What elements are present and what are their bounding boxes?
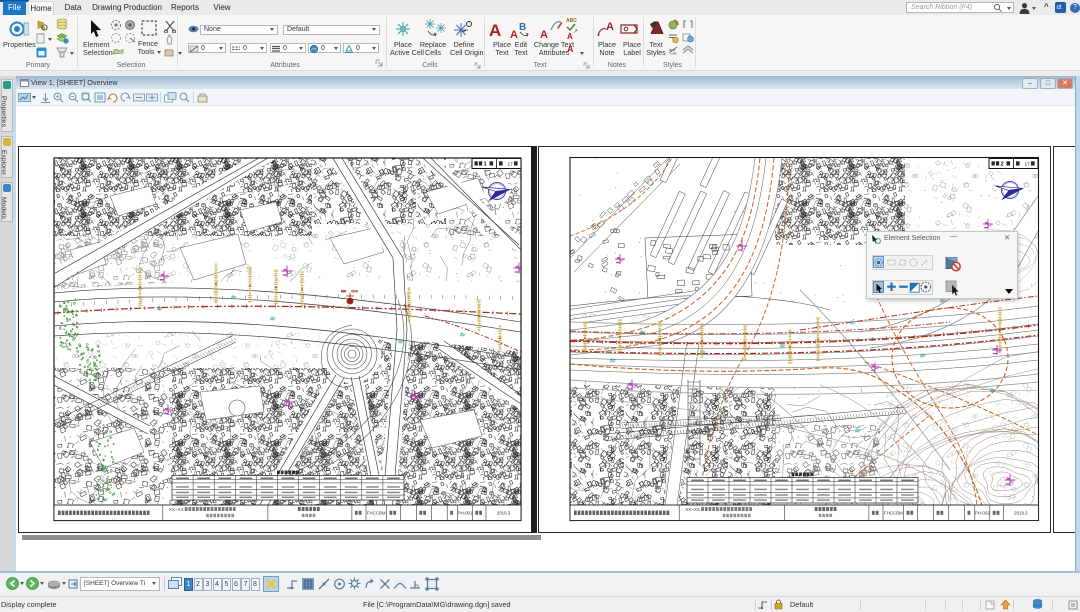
svg-text:PH-002: PH-002 xyxy=(975,511,990,516)
svg-text:XX~XX: XX~XX xyxy=(169,507,184,512)
svg-text:2019.3: 2019.3 xyxy=(1014,511,1028,516)
svg-text:XX~XX: XX~XX xyxy=(685,507,700,512)
svg-text:17: 17 xyxy=(508,162,514,168)
svg-text:1: 1 xyxy=(484,162,487,168)
svg-text:2019.3: 2019.3 xyxy=(497,511,511,516)
svg-text:17: 17 xyxy=(1025,162,1031,168)
svg-text:FHCCBM: FHCCBM xyxy=(884,511,903,516)
svg-text:PH-001: PH-001 xyxy=(458,511,473,516)
svg-text:FHCCBM: FHCCBM xyxy=(367,511,386,516)
svg-text:2: 2 xyxy=(1001,162,1004,168)
